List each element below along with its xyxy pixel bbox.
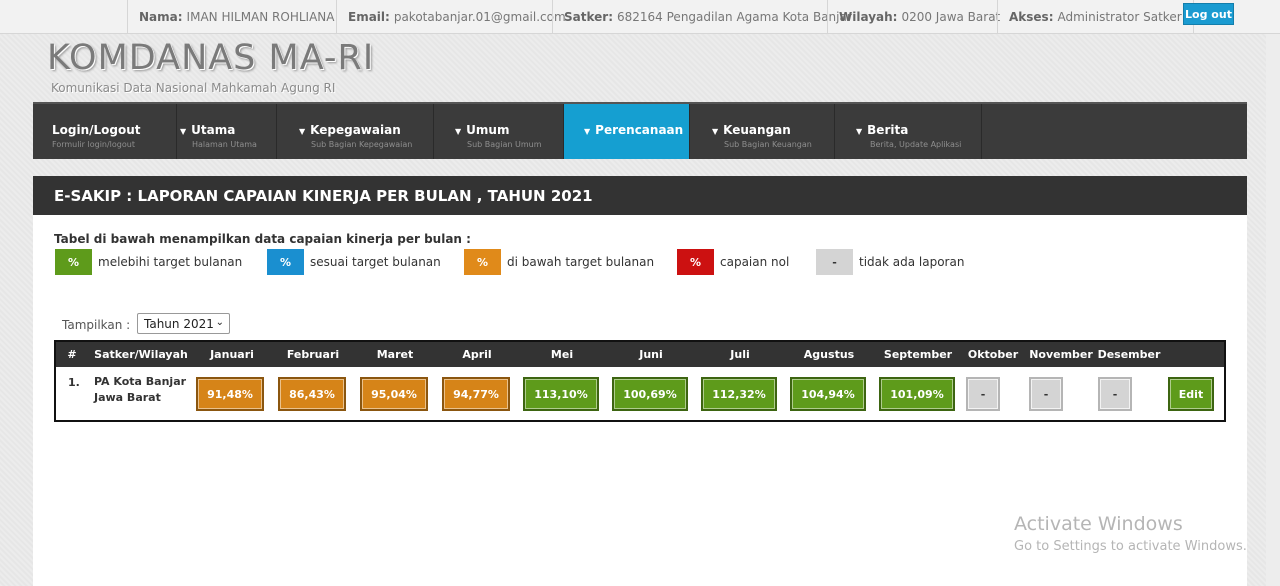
row-number: 1. [68,376,80,389]
main-nav: Login/Logout Formulir login/logout ▼ Utam… [33,102,1247,159]
month-value-mei[interactable]: 113,10% [523,377,599,411]
column-header-okt: Oktober [967,348,1019,361]
month-value-okt[interactable]: - [966,377,1000,411]
column-header-mar: Maret [376,348,414,361]
nav-utama[interactable]: ▼ Utama Halaman Utama [177,104,277,159]
column-header-jun: Juni [639,348,663,361]
caret-down-icon: ▼ [856,127,863,136]
column-header-nov: November [1029,348,1093,361]
caret-down-icon: ▼ [455,127,462,136]
nav-berita[interactable]: ▼ Berita Berita, Update Aplikasi [835,104,982,159]
column-header-des: Desember [1097,348,1161,361]
month-value-jun[interactable]: 100,69% [612,377,688,411]
legend-item-no-report: - tidak ada laporan [816,249,964,275]
logout-button[interactable]: Log out [1183,3,1234,25]
legend-swatch: % [464,249,501,275]
month-value-apr[interactable]: 94,77% [442,377,510,411]
app-logo-subtitle: Komunikasi Data Nasional Mahkamah Agung … [51,81,336,95]
legend-swatch: % [677,249,714,275]
user-info-bar: Nama: IMAN HILMAN ROHLIANA Email: pakotaba… [0,0,1280,34]
edit-button[interactable]: Edit [1168,377,1214,411]
performance-table: # Satker/Wilayah Januari Februari Maret … [54,340,1226,422]
month-value-jul[interactable]: 112,32% [701,377,777,411]
row-satker: PA Kota Banjar Jawa Barat [94,375,187,404]
tampilkan-label: Tampilkan : [62,318,131,332]
table-header-row: # Satker/Wilayah Januari Februari Maret … [56,342,1224,367]
chevron-down-icon: ⌄ [215,317,224,328]
legend-swatch: % [267,249,304,275]
legend-item-on-target: % sesuai target bulanan [267,249,441,275]
app-logo-title: KOMDANAS MA-RI [47,38,375,78]
caret-down-icon: ▼ [584,127,591,136]
windows-activation-text: Go to Settings to activate Windows. [1014,539,1247,554]
user-email-info: Email: pakotabanjar.01@gmail.com [336,0,577,34]
windows-activation-title: Activate Windows [1014,513,1183,535]
vertical-scrollbar[interactable] [1266,34,1280,586]
column-header-num: # [67,348,77,361]
nav-keuangan[interactable]: ▼ Keuangan Sub Bagian Keuangan [690,104,835,159]
column-header-agu: Agustus [803,348,855,361]
column-header-feb: Februari [286,348,340,361]
caret-down-icon: ▼ [712,127,719,136]
legend-item-above-target: % melebihi target bulanan [55,249,242,275]
user-name-info: Nama: IMAN HILMAN ROHLIANA [127,0,345,34]
legend-title: Tabel di bawah menampilkan data capaian … [54,232,471,246]
caret-down-icon: ▼ [299,127,306,136]
nav-kepegawaian[interactable]: ▼ Kepegawaian Sub Bagian Kepegawaian [277,104,434,159]
legend-item-zero: % capaian nol [677,249,789,275]
akses-info: Akses: Administrator Satker [997,0,1194,34]
month-value-sep[interactable]: 101,09% [879,377,955,411]
month-value-mar[interactable]: 95,04% [360,377,428,411]
nav-login-logout[interactable]: Login/Logout Formulir login/logout [33,104,177,159]
month-value-nov[interactable]: - [1029,377,1063,411]
column-header-sep: September [883,348,953,361]
panel-title: E-SAKIP : LAPORAN CAPAIAN KINERJA PER BU… [33,176,1247,215]
satker-info: Satker: 682164 Pengadilan Agama Kota Banj… [552,0,863,34]
column-header-jan: Januari [210,348,254,361]
caret-down-icon: ▼ [180,127,187,136]
month-value-feb[interactable]: 86,43% [278,377,346,411]
column-header-apr: April [462,348,492,361]
month-value-jan[interactable]: 91,48% [196,377,264,411]
month-value-des[interactable]: - [1098,377,1132,411]
legend-item-below-target: % di bawah target bulanan [464,249,654,275]
nav-perencanaan[interactable]: ▼ Perencanaan [564,104,690,159]
column-header-mei: Mei [550,348,574,361]
year-select[interactable]: Tahun 2021 ⌄ [137,313,230,334]
legend-swatch: % [55,249,92,275]
month-value-agu[interactable]: 104,94% [790,377,866,411]
legend-swatch: - [816,249,853,275]
column-header-satker: Satker/Wilayah [94,348,188,361]
wilayah-info: Wilayah: 0200 Jawa Barat [827,0,1011,34]
column-header-jul: Juli [730,348,750,361]
nav-umum[interactable]: ▼ Umum Sub Bagian Umum [434,104,564,159]
